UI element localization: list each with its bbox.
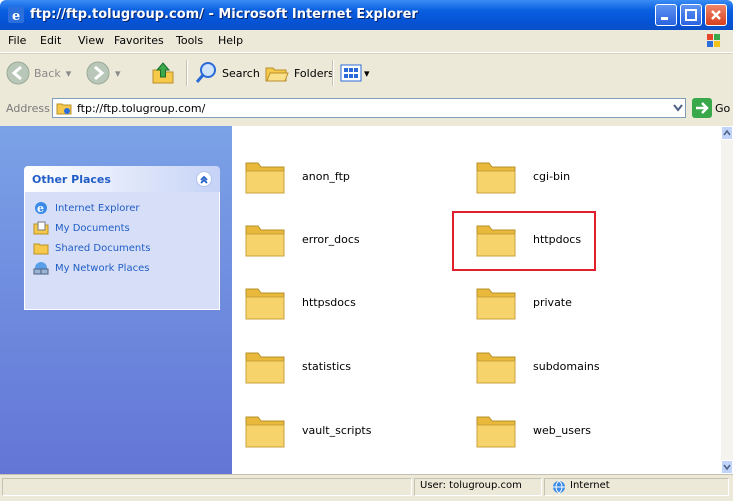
folder-item[interactable]: statistics xyxy=(244,342,454,392)
highlight-box xyxy=(452,211,596,271)
go-arrow-icon xyxy=(692,98,712,118)
menu-help[interactable]: Help xyxy=(218,34,243,47)
scroll-up-button[interactable] xyxy=(721,126,733,140)
place-my-network-places[interactable]: My Network Places xyxy=(33,260,149,276)
status-pane-main xyxy=(2,478,412,496)
views-button[interactable]: ▾ xyxy=(340,59,370,87)
folder-item[interactable]: web_users xyxy=(475,406,685,456)
shared-folder-icon xyxy=(33,243,49,255)
scroll-down-button[interactable] xyxy=(721,460,733,474)
address-input[interactable]: ftp://ftp.tolugroup.com/ xyxy=(52,98,686,118)
arrow-up-icon xyxy=(723,129,731,136)
folder-icon xyxy=(245,416,285,448)
folder-name: error_docs xyxy=(302,233,360,246)
close-icon xyxy=(711,10,721,20)
svg-text:e: e xyxy=(37,202,44,215)
up-button[interactable] xyxy=(150,59,176,87)
svg-text:e: e xyxy=(12,9,20,23)
status-bar: User: tolugroup.com Internet xyxy=(0,474,733,501)
toolbar-separator xyxy=(186,60,188,86)
other-places-header[interactable]: Other Places xyxy=(24,166,220,192)
internet-zone-icon xyxy=(553,480,565,494)
my-documents-icon xyxy=(33,221,49,235)
other-places-list: e Internet Explorer My Documents Shared … xyxy=(24,192,220,310)
folder-icon xyxy=(476,416,516,448)
menu-edit[interactable]: Edit xyxy=(40,34,61,47)
folder-item[interactable]: httpsdocs xyxy=(244,278,454,328)
folder-icon xyxy=(476,162,516,194)
folder-name: httpsdocs xyxy=(302,296,356,309)
folder-item[interactable]: vault_scripts xyxy=(244,406,454,456)
back-button[interactable]: Back ▾ xyxy=(6,59,71,87)
menu-favorites[interactable]: Favorites xyxy=(114,34,164,47)
folder-name: subdomains xyxy=(533,360,600,373)
title-bar[interactable]: e ftp://ftp.tolugroup.com/ - Microsoft I… xyxy=(0,0,733,30)
folder-name: statistics xyxy=(302,360,352,373)
place-my-documents[interactable]: My Documents xyxy=(33,220,130,236)
views-icon xyxy=(340,64,362,82)
address-value: ftp://ftp.tolugroup.com/ xyxy=(77,102,206,115)
window-title: ftp://ftp.tolugroup.com/ - Microsoft Int… xyxy=(30,7,418,22)
status-zone: Internet xyxy=(570,480,610,491)
go-button[interactable]: Go xyxy=(692,98,730,118)
folders-icon xyxy=(265,67,289,82)
folder-item[interactable]: error_docs xyxy=(244,215,454,265)
folder-name: cgi-bin xyxy=(533,170,571,183)
folder-item[interactable]: subdomains xyxy=(475,342,685,392)
status-user: User: tolugroup.com xyxy=(420,480,522,491)
folder-icon xyxy=(245,225,285,257)
forward-dropdown-icon[interactable]: ▾ xyxy=(115,67,121,80)
place-internet-explorer[interactable]: e Internet Explorer xyxy=(33,200,140,216)
folder-icon xyxy=(245,162,285,194)
back-dropdown-icon[interactable]: ▾ xyxy=(66,67,72,80)
browser-window: e ftp://ftp.tolugroup.com/ - Microsoft I… xyxy=(0,0,733,501)
task-pane: Other Places e Internet Explorer My Docu… xyxy=(0,126,232,474)
folder-icon xyxy=(245,288,285,320)
maximize-button[interactable] xyxy=(680,4,702,26)
other-places-title: Other Places xyxy=(32,173,111,186)
chevron-up-icon xyxy=(200,175,208,184)
search-button[interactable]: Search xyxy=(194,59,260,87)
network-places-icon xyxy=(33,262,49,275)
arrow-down-icon xyxy=(723,464,731,471)
close-button[interactable] xyxy=(705,4,727,26)
minimize-icon xyxy=(661,17,668,20)
up-folder-icon xyxy=(152,62,174,84)
toolbar-separator xyxy=(332,60,334,86)
menu-tools[interactable]: Tools xyxy=(176,34,203,47)
folder-item[interactable]: anon_ftp xyxy=(244,152,454,202)
minimize-button[interactable] xyxy=(655,4,677,26)
ftp-folder-icon xyxy=(56,103,72,115)
folder-name: anon_ftp xyxy=(302,170,350,183)
folder-name: private xyxy=(533,296,572,309)
folders-button[interactable]: Folders xyxy=(264,59,334,87)
address-bar: Address ftp://ftp.tolugroup.com/ Go xyxy=(0,92,733,126)
ie-logo-icon: e xyxy=(8,7,24,23)
folder-name: vault_scripts xyxy=(302,424,372,437)
menu-view[interactable]: View xyxy=(78,34,104,47)
folder-icon xyxy=(476,288,516,320)
menu-bar: File Edit View Favorites Tools Help xyxy=(0,30,733,53)
file-list: anon_ftp cgi-bin error_docs httpdocs httpsdo… xyxy=(232,126,721,474)
ie-icon: e xyxy=(35,202,47,215)
windows-logo-icon xyxy=(699,31,729,51)
folder-item[interactable]: cgi-bin xyxy=(475,152,685,202)
standard-toolbar: Back ▾ ▾ Search Folders ▾ xyxy=(0,53,733,93)
back-arrow-icon xyxy=(6,61,30,85)
place-shared-documents[interactable]: Shared Documents xyxy=(33,240,150,256)
vertical-scrollbar[interactable] xyxy=(721,126,733,474)
address-label: Address xyxy=(6,102,50,115)
maximize-icon xyxy=(685,9,697,21)
address-dropdown-icon[interactable] xyxy=(673,104,683,112)
menu-file[interactable]: File xyxy=(8,34,26,47)
folder-icon xyxy=(245,352,285,384)
folder-icon xyxy=(476,352,516,384)
forward-button[interactable]: ▾ xyxy=(86,59,121,87)
folder-item[interactable]: private xyxy=(475,278,685,328)
views-dropdown-icon[interactable]: ▾ xyxy=(364,67,370,80)
folder-name: web_users xyxy=(533,424,591,437)
collapse-button[interactable] xyxy=(196,171,212,187)
forward-arrow-icon xyxy=(86,61,110,85)
search-icon xyxy=(195,62,216,83)
